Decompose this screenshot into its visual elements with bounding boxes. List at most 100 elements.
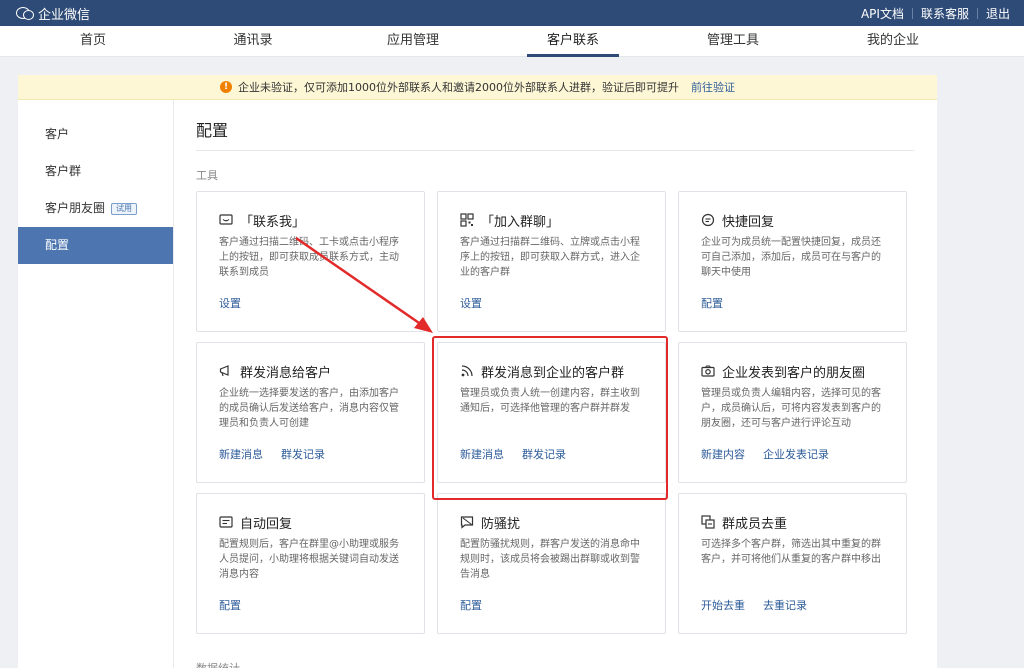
- card-links: 配置: [701, 295, 723, 311]
- new-message-link[interactable]: 新建消息: [219, 446, 263, 462]
- nav-my-enterprise[interactable]: 我的企业: [813, 26, 973, 56]
- card-title: 群成员去重: [701, 513, 884, 532]
- verify-link[interactable]: 前往验证: [691, 79, 735, 95]
- section-label-tools: 工具: [196, 169, 218, 182]
- wecom-logo-icon: [16, 6, 34, 20]
- card-title: 防骚扰: [460, 513, 643, 532]
- card-title-text: 群发消息给客户: [240, 365, 332, 381]
- new-content-link[interactable]: 新建内容: [701, 446, 745, 462]
- divider: [976, 7, 978, 19]
- card-title-text: 自动回复: [240, 516, 293, 532]
- card-links: 新建消息 群发记录: [460, 446, 566, 462]
- card-title-text: 群发消息到企业的客户群: [481, 365, 625, 381]
- card-description: 客户通过扫描二维码、工卡或点击小程序上的按钮，即可获取成员联系方式，主动联系到成…: [219, 237, 399, 278]
- start-dedupe-link[interactable]: 开始去重: [701, 597, 745, 613]
- nav-home[interactable]: 首页: [13, 26, 173, 56]
- nav-app-management[interactable]: 应用管理: [333, 26, 493, 56]
- qrcode-icon: [460, 213, 474, 227]
- broadcast-icon: [460, 364, 474, 378]
- megaphone-icon: [219, 364, 233, 378]
- divider: [911, 7, 913, 19]
- card-contact-me: 「联系我」 客户通过扫描二维码、工卡或点击小程序上的按钮，即可获取成员联系方式，…: [196, 191, 425, 332]
- page-title: 配置: [196, 100, 914, 151]
- mass-send-history-link[interactable]: 群发记录: [281, 446, 325, 462]
- sidebar-item-label: 客户朋友圈: [45, 201, 106, 215]
- shield-icon: [460, 515, 474, 529]
- card-description: 管理员或负责人编辑内容，选择可见的客户，成员确认后，可将内容发表到客户的朋友圈，…: [701, 388, 881, 429]
- main-content: 配置 工具: [196, 100, 914, 183]
- settings-link[interactable]: 设置: [219, 295, 241, 311]
- card-title: 「联系我」: [219, 211, 402, 230]
- main-nav: 首页 通讯录 应用管理 客户联系 管理工具 我的企业: [0, 26, 1024, 57]
- nav-customer-contact[interactable]: 客户联系: [493, 26, 653, 57]
- card-description: 管理员或负责人统一创建内容，群主收到通知后，可选择他管理的客户群并群发: [460, 388, 640, 414]
- card-title: 群发消息到企业的客户群: [460, 362, 643, 381]
- chat-bubble-icon: [219, 213, 233, 227]
- settings-link[interactable]: 设置: [460, 295, 482, 311]
- sidebar-item-customer-moments[interactable]: 客户朋友圈 试用: [18, 190, 173, 227]
- section-label-data-stats: 数据统计: [196, 660, 240, 668]
- card-links: 新建消息 群发记录: [219, 446, 325, 462]
- card-description: 配置规则后，客户在群里@小助理或服务人员提问，小助理将根据关键词自动发送消息内容: [219, 539, 399, 580]
- sidebar-item-label: 客户群: [45, 164, 82, 178]
- camera-icon: [701, 364, 715, 378]
- card-auto-reply: 自动回复 配置规则后，客户在群里@小助理或服务人员提问，小助理将根据关键词自动发…: [196, 493, 425, 634]
- card-links: 配置: [219, 597, 241, 613]
- notice-text: 企业未验证，仅可添加1000位外部联系人和邀请2000位外部联系人进群，验证后即…: [238, 81, 679, 94]
- logout-link[interactable]: 退出: [986, 5, 1010, 22]
- sidebar-item-label: 客户: [45, 127, 70, 141]
- card-quick-reply: 快捷回复 企业可为成员统一配置快捷回复，成员还可自己添加，添加后，成员可在与客户…: [678, 191, 907, 332]
- card-mass-message-groups: 群发消息到企业的客户群 管理员或负责人统一创建内容，群主收到通知后，可选择他管理…: [437, 342, 666, 483]
- card-title-text: 防骚扰: [481, 516, 521, 532]
- card-links: 新建内容 企业发表记录: [701, 446, 829, 462]
- top-bar: 企业微信 API文档 联系客服 退出: [0, 0, 1024, 26]
- dedupe-history-link[interactable]: 去重记录: [763, 597, 807, 613]
- card-title: 「加入群聊」: [460, 211, 643, 230]
- card-description: 企业可为成员统一配置快捷回复，成员还可自己添加，添加后，成员可在与客户的聊天中使…: [701, 237, 881, 278]
- sidebar-item-config[interactable]: 配置: [18, 227, 173, 264]
- nav-contacts[interactable]: 通讯录: [173, 26, 333, 56]
- configure-link[interactable]: 配置: [460, 597, 482, 613]
- card-title-text: 快捷回复: [722, 214, 775, 230]
- dedupe-icon: [701, 515, 715, 529]
- card-enterprise-moments: 企业发表到客户的朋友圈 管理员或负责人编辑内容，选择可见的客户，成员确认后，可将…: [678, 342, 907, 483]
- configure-link[interactable]: 配置: [701, 295, 723, 311]
- nav-management-tools[interactable]: 管理工具: [653, 26, 813, 56]
- verification-notice: ! 企业未验证，仅可添加1000位外部联系人和邀请2000位外部联系人进群，验证…: [18, 75, 937, 100]
- card-description: 企业统一选择要发送的客户，由添加客户的成员确认后发送给客户，消息内容仅管理员和负…: [219, 388, 399, 429]
- trial-badge: 试用: [111, 202, 138, 215]
- card-title-text: 「联系我」: [240, 214, 306, 230]
- card-title: 群发消息给客户: [219, 362, 402, 381]
- new-message-link[interactable]: 新建消息: [460, 446, 504, 462]
- configure-link[interactable]: 配置: [219, 597, 241, 613]
- card-dedupe-members: 群成员去重 可选择多个客户群，筛选出其中重复的群客户，并可将他们从重复的客户群中…: [678, 493, 907, 634]
- card-mass-message-customers: 群发消息给客户 企业统一选择要发送的客户，由添加客户的成员确认后发送给客户，消息…: [196, 342, 425, 483]
- sidebar-item-customers[interactable]: 客户: [18, 116, 173, 153]
- publish-history-link[interactable]: 企业发表记录: [763, 446, 829, 462]
- card-links: 设置: [460, 295, 482, 311]
- sidebar-item-label: 配置: [45, 238, 70, 252]
- card-title: 快捷回复: [701, 211, 884, 230]
- brand-name: 企业微信: [38, 7, 91, 23]
- top-links: API文档 联系客服 退出: [861, 5, 1010, 22]
- sidebar: 客户 客户群 客户朋友圈 试用 配置: [18, 100, 174, 668]
- mass-send-history-link[interactable]: 群发记录: [522, 446, 566, 462]
- card-links: 开始去重 去重记录: [701, 597, 807, 613]
- card-description: 配置防骚扰规则，群客户发送的消息命中规则时，该成员将会被踢出群聊或收到警告消息: [460, 539, 640, 580]
- card-links: 设置: [219, 295, 241, 311]
- card-anti-harassment: 防骚扰 配置防骚扰规则，群客户发送的消息命中规则时，该成员将会被踢出群聊或收到警…: [437, 493, 666, 634]
- card-title-text: 企业发表到客户的朋友圈: [722, 365, 866, 381]
- card-title: 自动回复: [219, 513, 402, 532]
- card-join-group: 「加入群聊」 客户通过扫描群二维码、立牌或点击小程序上的按钮，即可获取入群方式，…: [437, 191, 666, 332]
- warning-icon: !: [220, 81, 232, 93]
- quick-reply-icon: [701, 213, 715, 227]
- card-title-text: 群成员去重: [722, 516, 788, 532]
- sidebar-item-customer-groups[interactable]: 客户群: [18, 153, 173, 190]
- api-docs-link[interactable]: API文档: [861, 5, 904, 22]
- card-links: 配置: [460, 597, 482, 613]
- brand[interactable]: 企业微信: [16, 4, 90, 23]
- auto-reply-icon: [219, 515, 233, 529]
- card-title-text: 「加入群聊」: [481, 214, 560, 230]
- contact-support-link[interactable]: 联系客服: [921, 5, 969, 22]
- card-title: 企业发表到客户的朋友圈: [701, 362, 884, 381]
